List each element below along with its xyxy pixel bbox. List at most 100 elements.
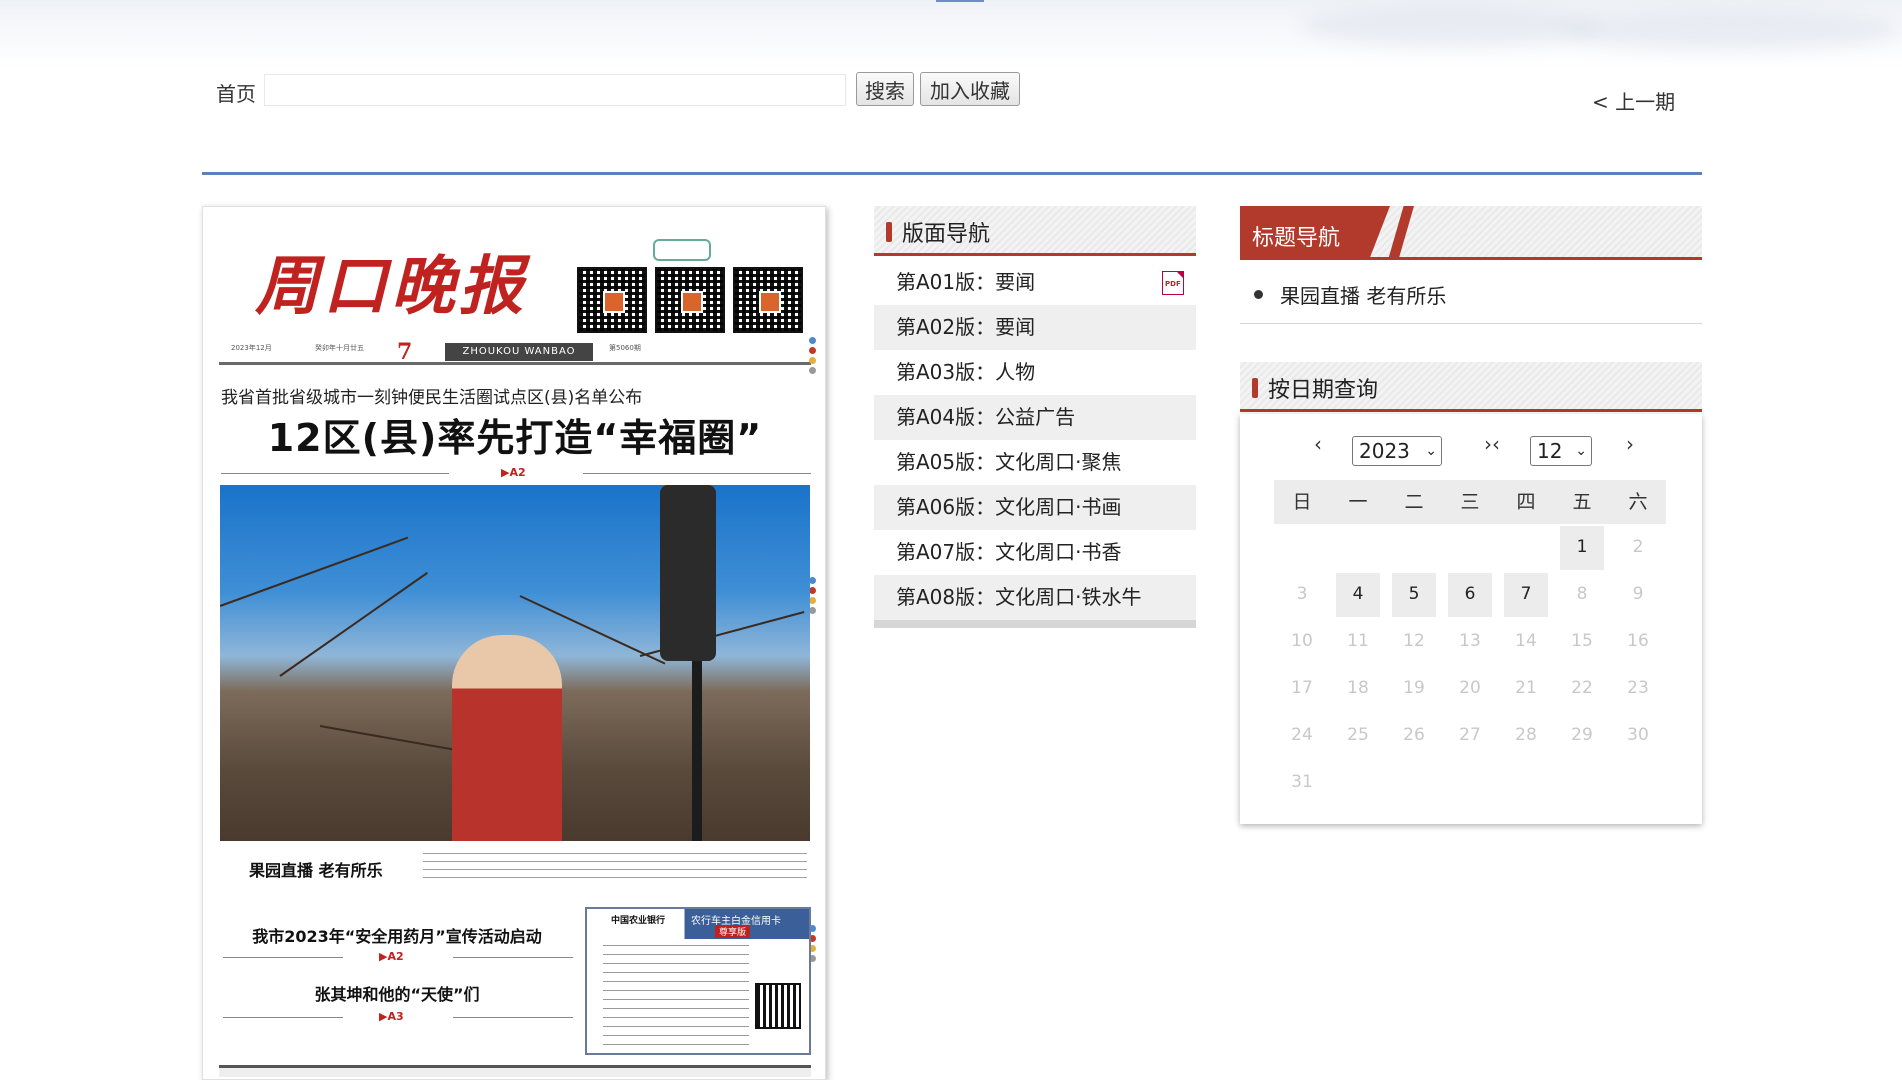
ad-text (603, 945, 749, 1045)
calendar-day-number: 27 (1459, 725, 1481, 745)
home-link[interactable]: 首页 (216, 78, 256, 107)
header-divider (202, 172, 1702, 175)
date-query-header: 按日期查询 (1240, 362, 1702, 412)
calendar: ‹ 2023 ⌄ ›‹ 12 ⌄ › 日一二三四五六 1 2 3 4 5 6 7 8 9 10 11… (1240, 414, 1702, 824)
calendar-week-row: 10 11 12 13 14 15 16 (1274, 618, 1666, 665)
page-nav-bottom-bar (874, 620, 1196, 628)
banner-cloud (1560, 10, 1900, 50)
qr-code-icon (655, 267, 725, 333)
headline-kicker: 我省首批省级城市一刻钟便民生活圈试点区(县)名单公布 (221, 388, 643, 408)
calendar-day-number: 28 (1515, 725, 1537, 745)
prev-month-icon[interactable]: ‹ (1314, 432, 1322, 456)
calendar-week-row: 31 (1274, 759, 1666, 806)
calendar-day: 15 (1554, 618, 1610, 665)
qr-code-icon (733, 267, 803, 333)
calendar-day-number: 13 (1459, 631, 1481, 651)
page-link-a03[interactable]: 第A03版：人物 (874, 350, 1196, 395)
page-footer-strip (219, 1065, 811, 1077)
title-nav-header: 标题导航 (1240, 206, 1702, 260)
calendar-day: 25 (1330, 712, 1386, 759)
newspaper-page-image[interactable]: 周口晚报 2023年12月 癸卯年十月廿五 7 ZHOUKOU WANBAO 第… (202, 206, 826, 1080)
ad-bank-name: 中国农业银行 (611, 916, 666, 926)
calendar-week-row: 24 25 26 27 28 29 30 (1274, 712, 1666, 759)
weekday-label: 六 (1628, 491, 1648, 513)
page-link-a07[interactable]: 第A07版：文化周口·书香 (874, 530, 1196, 575)
calendar-day-number: 24 (1291, 725, 1313, 745)
calendar-day-available[interactable]: 5 (1386, 571, 1442, 618)
calendar-day-number: 1 (1576, 537, 1588, 557)
calendar-day: 20 (1442, 665, 1498, 712)
calendar-day: 30 (1610, 712, 1666, 759)
page-nav-header: 版面导航 (874, 206, 1196, 256)
page-link-a05[interactable]: 第A05版：文化周口·聚焦 (874, 440, 1196, 485)
calendar-day-number: 4 (1352, 584, 1364, 604)
calendar-day (1442, 524, 1498, 571)
title-link[interactable]: 果园直播 老有所乐 (1240, 268, 1702, 324)
next-month-icon[interactable]: › (1626, 432, 1634, 456)
calendar-day: 22 (1554, 665, 1610, 712)
calendar-day-number: 2 (1632, 537, 1644, 557)
page-link-a04[interactable]: 第A04版：公益广告 (874, 395, 1196, 440)
main-headline: 12区(县)率先打造“幸福圈” (267, 416, 763, 460)
page-link-a08[interactable]: 第A08版：文化周口·铁水牛 (874, 575, 1196, 620)
search-button[interactable]: 搜索 (856, 72, 914, 106)
bank-advertisement: 中国农业银行 农行车主白金信用卡 尊享版 (585, 907, 811, 1055)
calendar-day-number: 12 (1403, 631, 1425, 651)
page-link-a01[interactable]: 第A01版：要闻 PDF (874, 260, 1196, 305)
calendar-day-number: 29 (1571, 725, 1593, 745)
calendar-day (1498, 759, 1554, 806)
calendar-day-number: 14 (1515, 631, 1537, 651)
calendar-day-number: 10 (1291, 631, 1313, 651)
calendar-day-number: 20 (1459, 678, 1481, 698)
photo-phone (660, 485, 716, 661)
calendar-day: 13 (1442, 618, 1498, 665)
calendar-day: 9 (1610, 571, 1666, 618)
calendar-day-number: 19 (1403, 678, 1425, 698)
add-favorite-button[interactable]: 加入收藏 (920, 72, 1020, 106)
calendar-day: 16 (1610, 618, 1666, 665)
previous-issue-link[interactable]: < 上一期 (1592, 86, 1675, 115)
page-link-a06[interactable]: 第A06版：文化周口·书画 (874, 485, 1196, 530)
page-link-label: 第A03版：人物 (896, 360, 1036, 384)
calendar-day: 11 (1330, 618, 1386, 665)
calendar-day: 18 (1330, 665, 1386, 712)
calendar-day-available[interactable]: 1 (1554, 524, 1610, 571)
calendar-day: 28 (1498, 712, 1554, 759)
pdf-icon[interactable]: PDF (1162, 271, 1184, 295)
calendar-day-number: 8 (1576, 584, 1588, 604)
calendar-week-row: 12 (1274, 524, 1666, 571)
calendar-day-number: 30 (1627, 725, 1649, 745)
story-headline: 我市2023年“安全用药月”宣传活动启动 (252, 927, 542, 946)
page-link-label: 第A05版：文化周口·聚焦 (896, 450, 1122, 474)
calendar-day (1386, 759, 1442, 806)
calendar-day: 29 (1554, 712, 1610, 759)
calendar-day (1274, 524, 1330, 571)
calendar-day-number: 7 (1520, 584, 1532, 604)
search-input[interactable] (264, 74, 846, 106)
calendar-day: 24 (1274, 712, 1330, 759)
ad-subtitle: 尊享版 (715, 925, 751, 938)
calendar-day: 19 (1386, 665, 1442, 712)
month-select-value: 12 (1537, 439, 1563, 463)
calendar-day-available[interactable]: 6 (1442, 571, 1498, 618)
calendar-day-available[interactable]: 7 (1498, 571, 1554, 618)
photo-branch (279, 571, 429, 677)
qr-badge (653, 239, 711, 261)
pinyin-name: ZHOUKOU WANBAO (445, 343, 593, 361)
page-link-a02[interactable]: 第A02版：要闻 (874, 305, 1196, 350)
page-link-label: 第A01版：要闻 (896, 270, 1036, 294)
page-link-label: 第A06版：文化周口·书画 (896, 495, 1122, 519)
calendar-day-available[interactable]: 4 (1330, 571, 1386, 618)
banner-accent (936, 0, 984, 2)
year-select[interactable]: 2023 ⌄ (1352, 436, 1442, 466)
qr-code-icon (755, 983, 801, 1029)
page-link-label: 第A04版：公益广告 (896, 405, 1076, 429)
calendar-day: 10 (1274, 618, 1330, 665)
calendar-day: 12 (1386, 618, 1442, 665)
year-select-value: 2023 (1359, 439, 1410, 463)
calendar-day-number: 22 (1571, 678, 1593, 698)
calendar-day: 23 (1610, 665, 1666, 712)
issue-info-strip: 2023年12月 癸卯年十月廿五 7 ZHOUKOU WANBAO 第5060期 (219, 339, 811, 365)
month-select[interactable]: 12 ⌄ (1530, 436, 1592, 466)
front-page-photo (220, 485, 810, 841)
